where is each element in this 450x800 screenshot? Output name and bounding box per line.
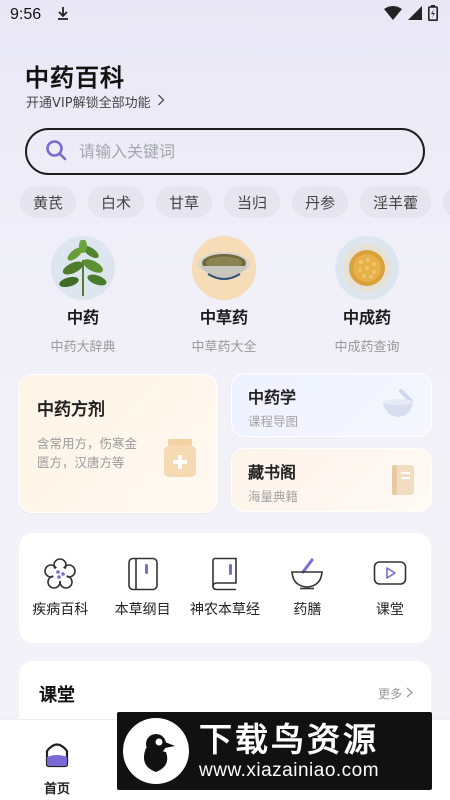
chevron-right-icon — [157, 94, 165, 110]
tool-shennong-classic[interactable]: 神农本草经 — [184, 555, 266, 643]
pill-bowl-image — [335, 236, 399, 300]
category-name: 中成药 — [342, 308, 391, 327]
category-patent-medicine[interactable]: 中成药 中成药查询 — [307, 236, 427, 355]
video-icon — [349, 555, 431, 593]
tool-label: 本草纲目 — [114, 602, 171, 618]
formula-title: 中药方剂 — [37, 400, 105, 420]
library-title: 藏书阁 — [248, 463, 297, 482]
status-time: 9:56 — [10, 6, 42, 23]
status-icons — [384, 5, 438, 25]
category-name: 中药 — [66, 308, 99, 327]
book-icon — [391, 464, 415, 500]
study-card[interactable]: 中药学 课程导图 — [231, 373, 432, 437]
tool-label: 课堂 — [375, 602, 404, 618]
tool-label: 药膳 — [293, 602, 322, 618]
keyword-chip[interactable]: 甘草 — [156, 186, 213, 218]
watermark-text: 下载鸟资源 www.xiazainiao.com — [199, 720, 379, 782]
keyword-chip[interactable]: 黄芪 — [20, 186, 77, 218]
category-row: 中药 中药大辞典 中草药 中草药大全 中成药 中成药查询 — [20, 236, 430, 355]
book-icon — [184, 555, 266, 593]
category-subtitle: 中成药查询 — [334, 340, 400, 355]
battery-icon — [428, 5, 438, 25]
tool-label: 神农本草经 — [190, 602, 261, 618]
more-link[interactable]: 更多 — [378, 685, 413, 702]
nav-home-label: 首页 — [43, 782, 70, 797]
wifi-icon — [384, 6, 402, 24]
hot-keyword-row: 黄芪 白术 甘草 当归 丹参 淫羊藿 石 — [20, 186, 450, 220]
category-herb[interactable]: 中药 中药大辞典 — [23, 236, 143, 355]
notebook-icon — [101, 555, 183, 593]
watermark-url: www.xiazainiao.com — [199, 760, 380, 781]
formula-card[interactable]: 中药方剂 含常用方，伤寒金匮方，汉唐方等 — [18, 374, 218, 513]
library-subtitle: 海量典籍 — [248, 489, 299, 504]
app-title: 中药百科 — [25, 64, 125, 92]
watermark-title: 下载鸟资源 — [199, 720, 379, 759]
tool-label: 疾病百科 — [32, 602, 89, 618]
section-title: 课堂 — [39, 685, 75, 706]
keyword-chip[interactable]: 当归 — [224, 186, 281, 218]
status-bar: 9:56 — [0, 0, 450, 30]
category-herbal-medicine[interactable]: 中草药 中草药大全 — [164, 236, 284, 355]
signal-icon — [408, 6, 422, 24]
chevron-right-icon — [406, 687, 413, 701]
category-subtitle: 中药大辞典 — [50, 340, 116, 355]
category-subtitle: 中草药大全 — [191, 340, 257, 355]
keyword-chip[interactable]: 石 — [443, 186, 450, 218]
download-icon — [57, 6, 69, 24]
vip-text: 开通VIP解锁全部功能 — [26, 96, 151, 111]
search-icon — [45, 139, 67, 165]
mortar-icon — [381, 389, 415, 423]
tool-medicated-diet[interactable]: 药膳 — [266, 555, 348, 643]
keyword-chip[interactable]: 丹参 — [292, 186, 349, 218]
watermark-banner: 下载鸟资源 www.xiazainiao.com — [117, 712, 432, 790]
tool-compendium[interactable]: 本草纲目 — [101, 555, 183, 643]
search-input[interactable] — [79, 142, 379, 161]
tool-disease-encyclopedia[interactable]: 疾病百科 — [19, 555, 101, 643]
bowl-icon — [266, 555, 348, 593]
formula-description: 含常用方，伤寒金匮方，汉唐方等 — [37, 436, 138, 470]
keyword-chip[interactable]: 淫羊藿 — [360, 186, 432, 218]
search-bar[interactable] — [25, 128, 425, 175]
tools-card: 疾病百科 本草纲目 神农本草经 药膳 课堂 — [19, 533, 431, 643]
keyword-chip[interactable]: 白术 — [88, 186, 145, 218]
library-card[interactable]: 藏书阁 海量典籍 — [231, 448, 432, 512]
home-icon — [43, 743, 71, 772]
more-label: 更多 — [378, 687, 403, 701]
category-name: 中草药 — [199, 308, 248, 327]
herb-plant-image — [51, 236, 115, 300]
vip-link[interactable]: 开通VIP解锁全部功能 — [26, 92, 165, 111]
tool-classroom[interactable]: 课堂 — [349, 555, 431, 643]
medicine-jar-icon — [163, 438, 197, 482]
herb-bowl-image — [192, 236, 256, 300]
bird-logo-icon — [123, 718, 189, 784]
nav-home[interactable]: 首页 — [32, 740, 82, 797]
flower-icon — [19, 555, 101, 593]
